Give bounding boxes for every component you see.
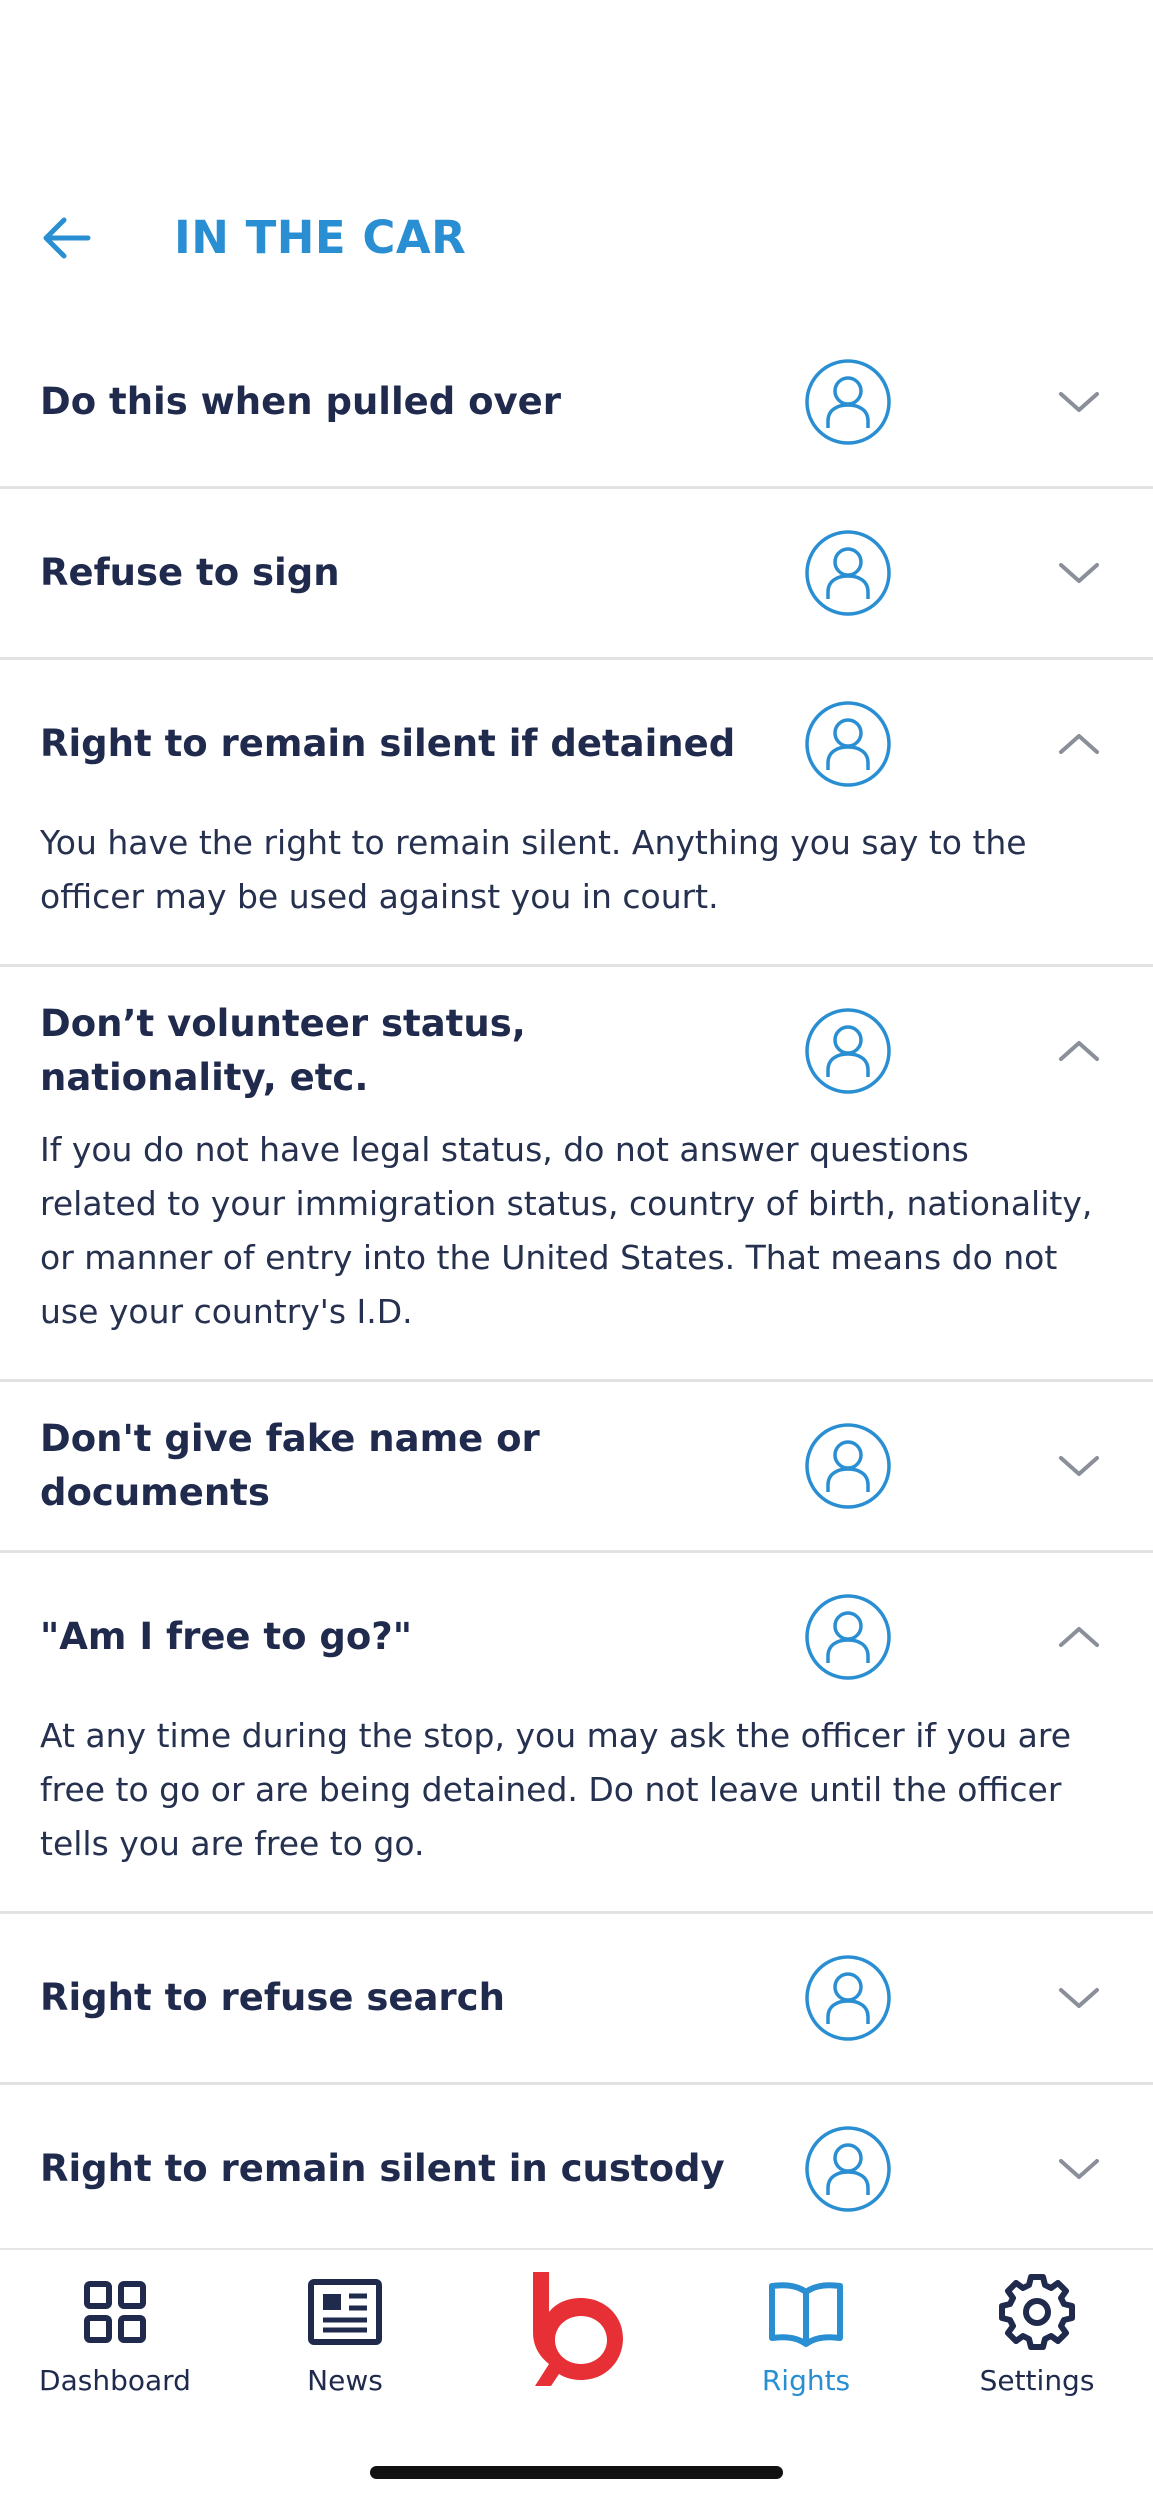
person-icon (805, 701, 891, 787)
chevron-up-icon (1059, 1041, 1099, 1061)
person-icon (805, 530, 891, 616)
tab-news[interactable]: News (245, 2272, 445, 2412)
item-title: Right to remain silent in custody (40, 2147, 725, 2190)
list-item: Do this when pulled over (0, 318, 1153, 489)
brand-logo-icon (533, 2272, 623, 2386)
book-icon (769, 2282, 843, 2347)
person-icon (805, 1423, 891, 1509)
gear-icon (999, 2274, 1075, 2350)
accordion-header[interactable]: Right to remain silent in custody (0, 2085, 1153, 2248)
chevron-down-icon (1059, 392, 1099, 412)
arrow-left-icon (43, 217, 91, 259)
item-title: Do this when pulled over (40, 380, 561, 423)
tab-settings[interactable]: Settings (937, 2272, 1137, 2412)
list-item: Right to refuse search (0, 1914, 1153, 2085)
chevron-up-icon (1059, 734, 1099, 754)
person-icon (805, 2126, 891, 2212)
tab-label: Dashboard (39, 2364, 191, 2397)
item-title: Don’t volunteer status, nationality, etc… (40, 1002, 526, 1099)
chevron-down-icon (1059, 563, 1099, 583)
page-title: IN THE CAR (174, 211, 467, 264)
tab-label: Settings (979, 2364, 1095, 2397)
tab-home-logo[interactable] (476, 2272, 676, 2412)
item-body: If you do not have legal status, do not … (40, 1130, 1093, 1331)
tab-label: Rights (761, 2364, 851, 2397)
accordion-header[interactable]: Right to remain silent if detained (0, 660, 1153, 828)
header: IN THE CAR (0, 200, 1153, 280)
accordion-header[interactable]: Don’t volunteer status, nationality, etc… (0, 967, 1153, 1135)
grid-icon (84, 2281, 146, 2343)
tab-bar: Dashboard News Rights Settings (0, 2248, 1153, 2500)
chevron-up-icon (1059, 1627, 1099, 1647)
home-indicator (370, 2466, 783, 2479)
item-title: Right to refuse search (40, 1976, 505, 2019)
person-icon (805, 1594, 891, 1680)
list-item: Right to remain silent if detained You h… (0, 660, 1153, 967)
item-body: You have the right to remain silent. Any… (40, 823, 1027, 916)
item-title: Refuse to sign (40, 551, 340, 594)
chevron-down-icon (1059, 1988, 1099, 2008)
accordion-header[interactable]: Don't give fake name or documents (0, 1382, 1153, 1550)
tab-label: News (307, 2364, 383, 2397)
person-icon (805, 1955, 891, 2041)
tab-rights[interactable]: Rights (706, 2272, 906, 2412)
accordion-header[interactable]: Right to refuse search (0, 1914, 1153, 2082)
person-icon (805, 359, 891, 445)
accordion-header[interactable]: "Am I free to go?" (0, 1553, 1153, 1721)
rights-list: Do this when pulled over Refuse to sign … (0, 318, 1153, 2248)
chevron-down-icon (1059, 1456, 1099, 1476)
item-title: Don't give fake name or documents (40, 1417, 540, 1514)
list-item: Don’t volunteer status, nationality, etc… (0, 967, 1153, 1382)
tab-dashboard[interactable]: Dashboard (15, 2272, 215, 2412)
item-title: Right to remain silent if detained (40, 722, 736, 765)
list-item: Refuse to sign (0, 489, 1153, 660)
list-item: "Am I free to go?" At any time during th… (0, 1553, 1153, 1914)
person-icon (805, 1008, 891, 1094)
item-title: "Am I free to go?" (40, 1615, 413, 1658)
back-button[interactable] (38, 210, 94, 266)
newspaper-icon (308, 2279, 382, 2345)
list-item: Don't give fake name or documents (0, 1382, 1153, 1553)
item-body: At any time during the stop, you may ask… (40, 1716, 1072, 1863)
list-item: Right to remain silent in custody (0, 2085, 1153, 2248)
accordion-header[interactable]: Refuse to sign (0, 489, 1153, 657)
chevron-down-icon (1059, 2159, 1099, 2179)
accordion-header[interactable]: Do this when pulled over (0, 318, 1153, 486)
